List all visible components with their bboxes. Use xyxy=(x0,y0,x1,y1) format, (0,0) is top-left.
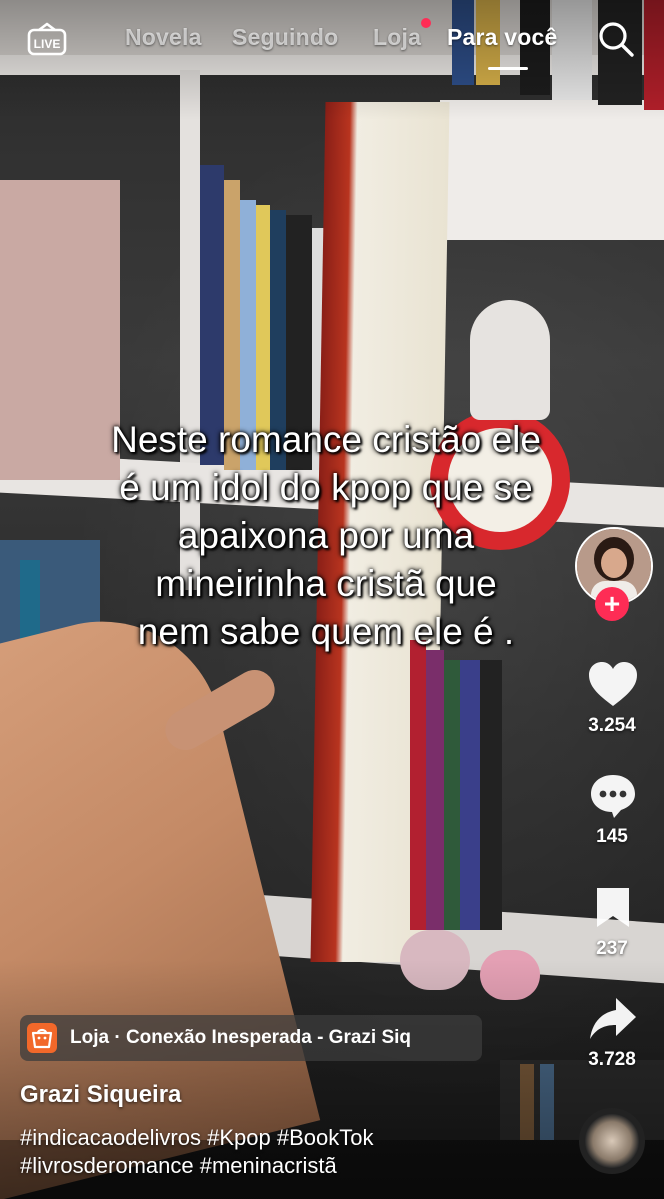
top-navigation: LIVE Novela Seguindo Loja Para você xyxy=(0,0,664,80)
author-username[interactable]: Grazi Siqueira xyxy=(20,1081,181,1109)
plus-icon: + xyxy=(603,588,621,619)
active-tab-underline xyxy=(488,67,528,70)
caption-line: mineirinha cristã que xyxy=(155,563,497,604)
share-icon xyxy=(590,998,636,1039)
live-label: LIVE xyxy=(34,37,61,51)
video-description-hashtags[interactable]: #indicacaodelivros #Kpop #BookTok #livro… xyxy=(20,1124,540,1180)
tab-seguindo[interactable]: Seguindo xyxy=(232,24,338,51)
comment-icon xyxy=(591,775,635,818)
shop-link[interactable]: Loja · Conexão Inesperada - Grazi Siq xyxy=(20,1015,482,1061)
share-button[interactable] xyxy=(588,996,638,1047)
video-feed-screen[interactable]: LIVE Novela Seguindo Loja Para você Nest… xyxy=(0,0,664,1199)
bookmark-icon xyxy=(597,888,629,927)
live-icon[interactable]: LIVE xyxy=(27,22,67,56)
likes-count: 3.254 xyxy=(588,715,636,736)
caption-line: nem sabe quem ele é . xyxy=(137,611,515,652)
tab-novela[interactable]: Novela xyxy=(125,24,202,51)
heart-icon xyxy=(589,662,637,706)
video-caption-overlay: Neste romance cristão ele é um idol do k… xyxy=(40,416,612,656)
tab-para-voce[interactable]: Para você xyxy=(447,24,558,51)
caption-line: apaixona por uma xyxy=(177,515,475,556)
comment-button[interactable] xyxy=(588,772,638,825)
caption-line: Neste romance cristão ele xyxy=(111,419,541,460)
follow-button[interactable]: + xyxy=(595,587,629,621)
shop-link-label: Loja · Conexão Inesperada - Grazi Siq xyxy=(70,1027,412,1048)
save-button[interactable] xyxy=(594,885,632,934)
caption-line: é um idol do kpop que se xyxy=(119,467,533,508)
notification-dot xyxy=(421,18,431,28)
like-button[interactable] xyxy=(587,660,639,713)
saves-count: 237 xyxy=(596,938,628,959)
shop-bag-icon xyxy=(27,1023,57,1053)
tab-loja[interactable]: Loja xyxy=(373,24,421,51)
music-disc-icon[interactable] xyxy=(579,1108,645,1174)
search-icon[interactable] xyxy=(597,20,635,58)
comments-count: 145 xyxy=(596,826,628,847)
shares-count: 3.728 xyxy=(588,1049,636,1070)
